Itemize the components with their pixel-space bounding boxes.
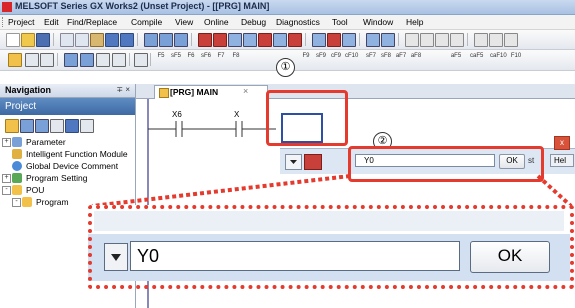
zoom-frame bbox=[88, 205, 574, 289]
